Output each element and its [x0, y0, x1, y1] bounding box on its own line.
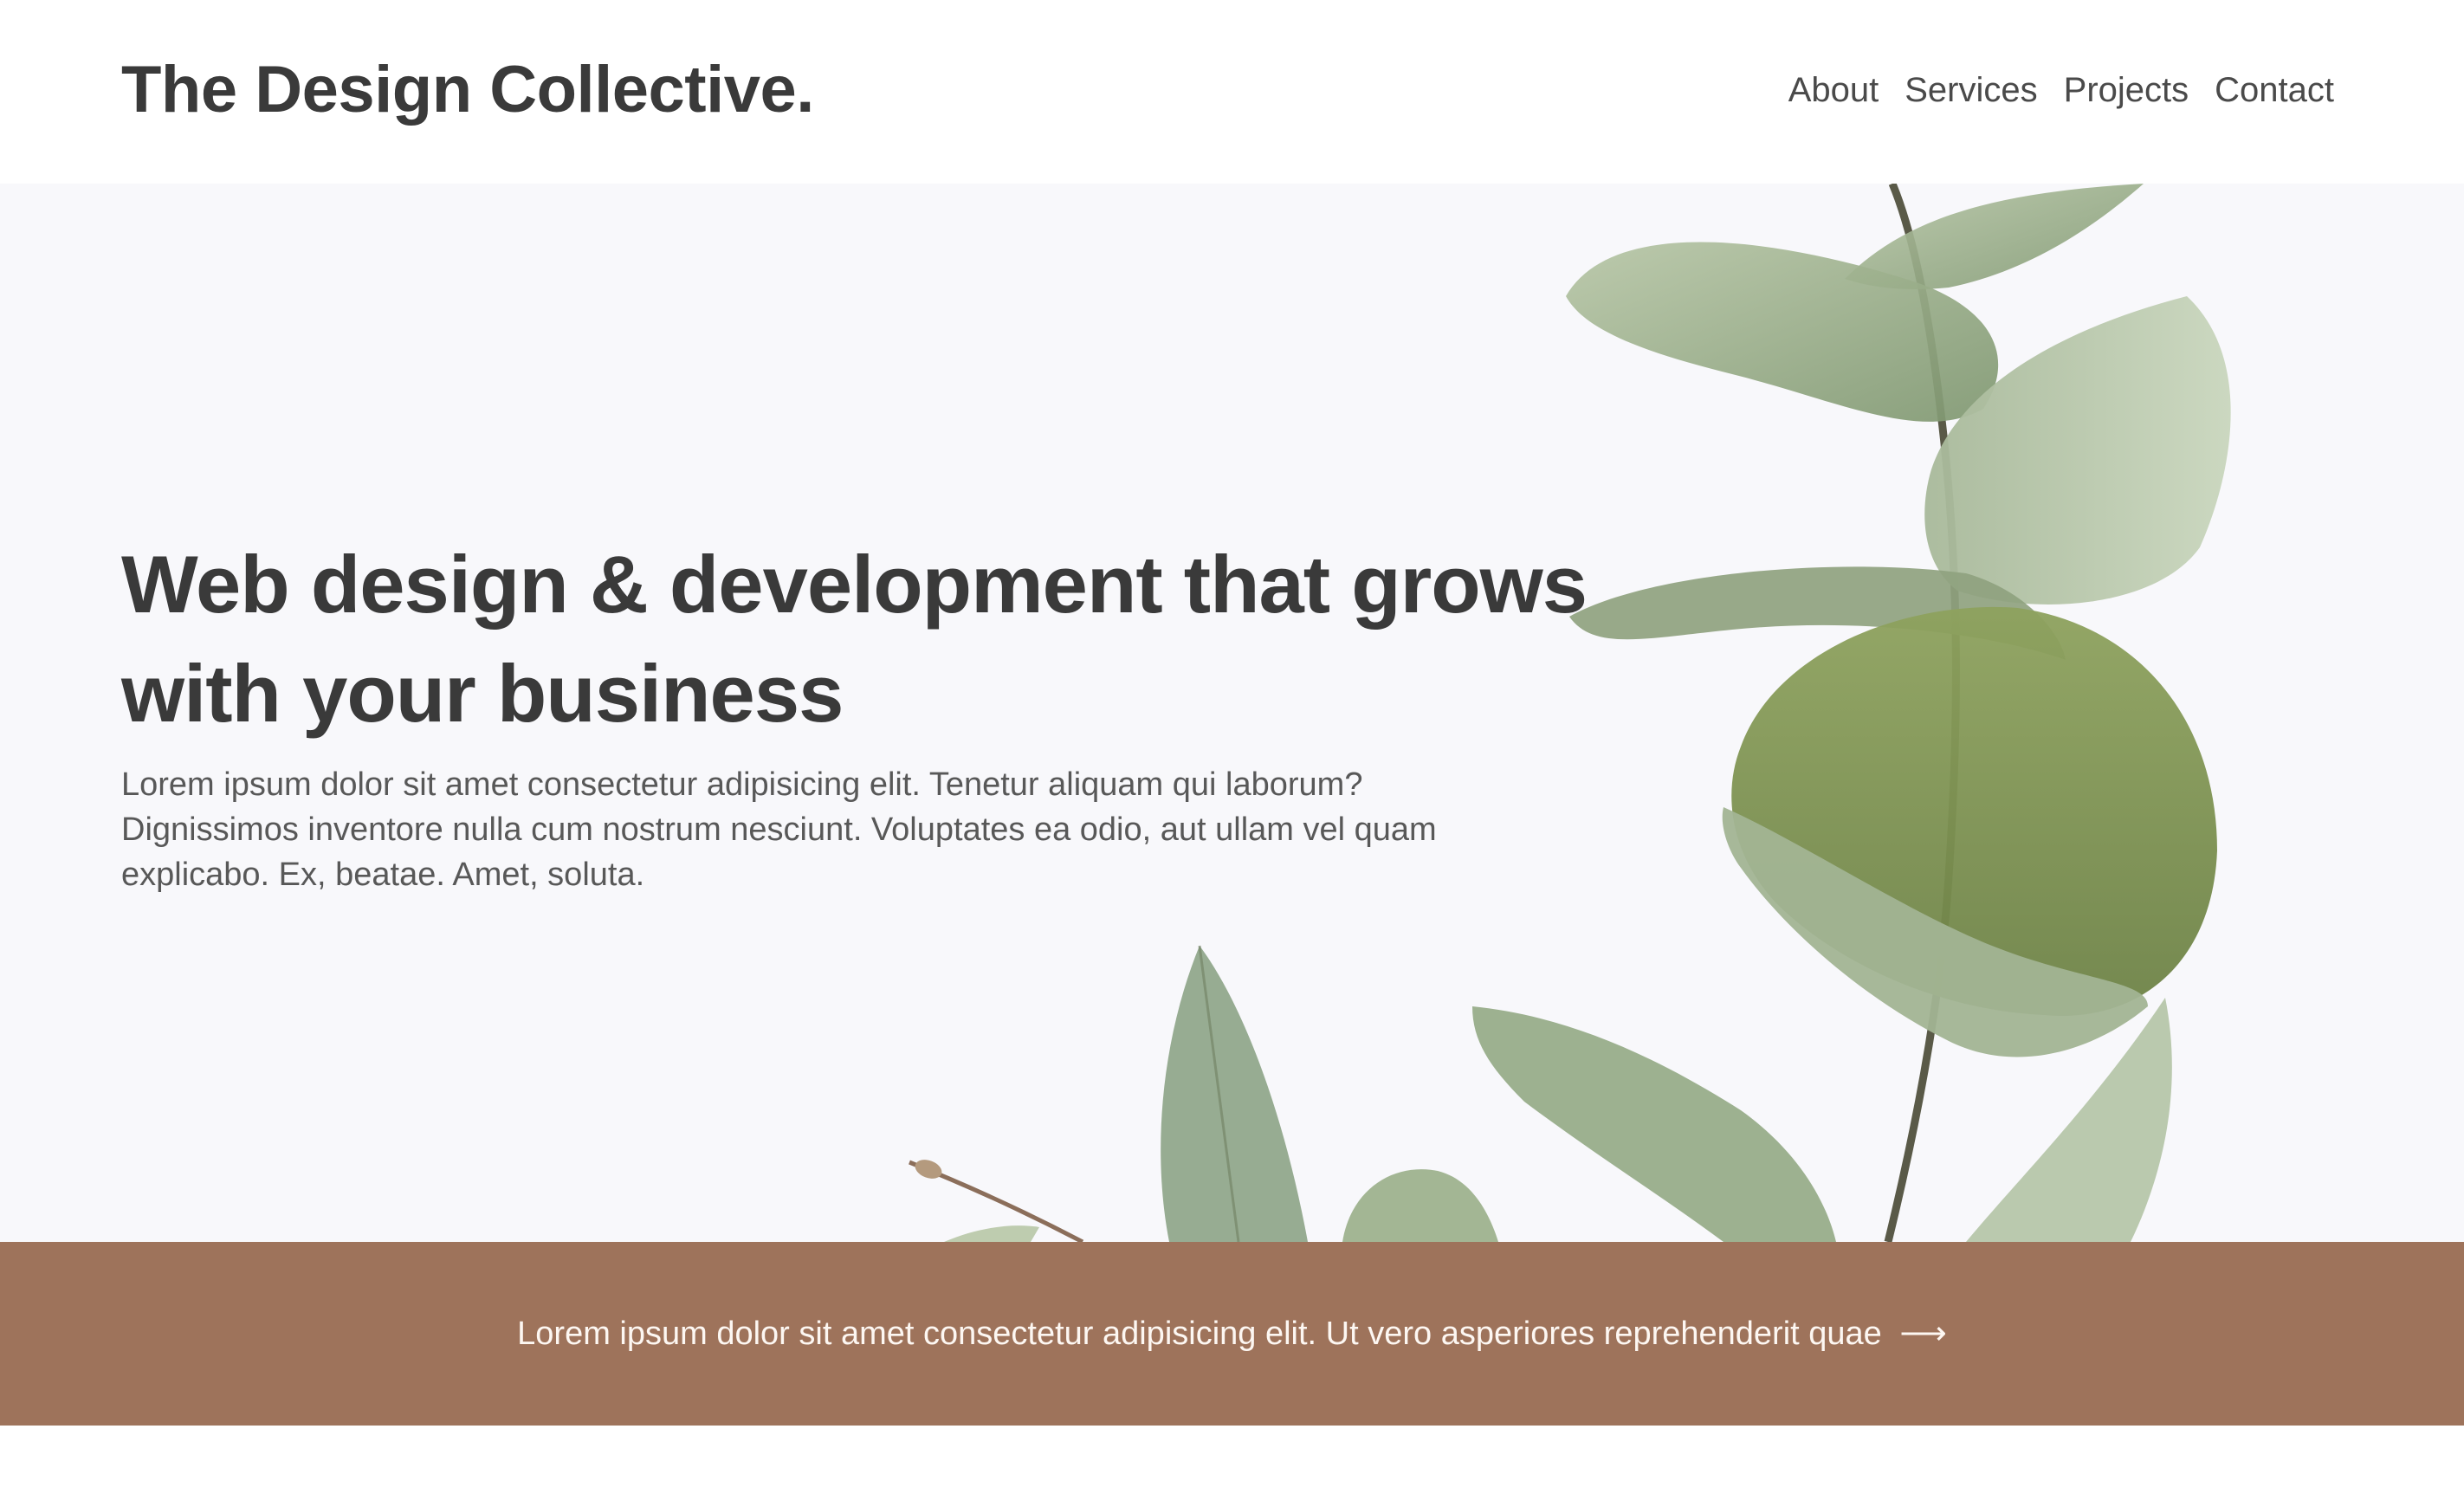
nav-link-services[interactable]: Services — [1905, 66, 2037, 114]
hero-section: Web design & development that grows with… — [0, 184, 2464, 1242]
hero-description: Lorem ipsum dolor sit amet consectetur a… — [121, 766, 1437, 893]
arrow-right-icon: ⟶ — [1899, 1316, 1947, 1352]
nav-link-about[interactable]: About — [1788, 66, 1879, 114]
cta-banner: Lorem ipsum dolor sit amet consectetur a… — [0, 1242, 2464, 1426]
nav-link-contact[interactable]: Contact — [2215, 66, 2334, 114]
cta-banner-link[interactable]: Lorem ipsum dolor sit amet consectetur a… — [517, 1311, 1947, 1356]
hero-title: Web design & development that grows with… — [121, 539, 1588, 739]
cta-banner-text: Lorem ipsum dolor sit amet consectetur a… — [517, 1316, 1882, 1352]
main-nav: About Services Projects Contact — [1788, 66, 2334, 114]
site-header: The Design Collective. About Services Pr… — [0, 0, 2464, 184]
site-logo[interactable]: The Design Collective. — [121, 48, 814, 132]
nav-link-projects[interactable]: Projects — [2064, 66, 2189, 114]
